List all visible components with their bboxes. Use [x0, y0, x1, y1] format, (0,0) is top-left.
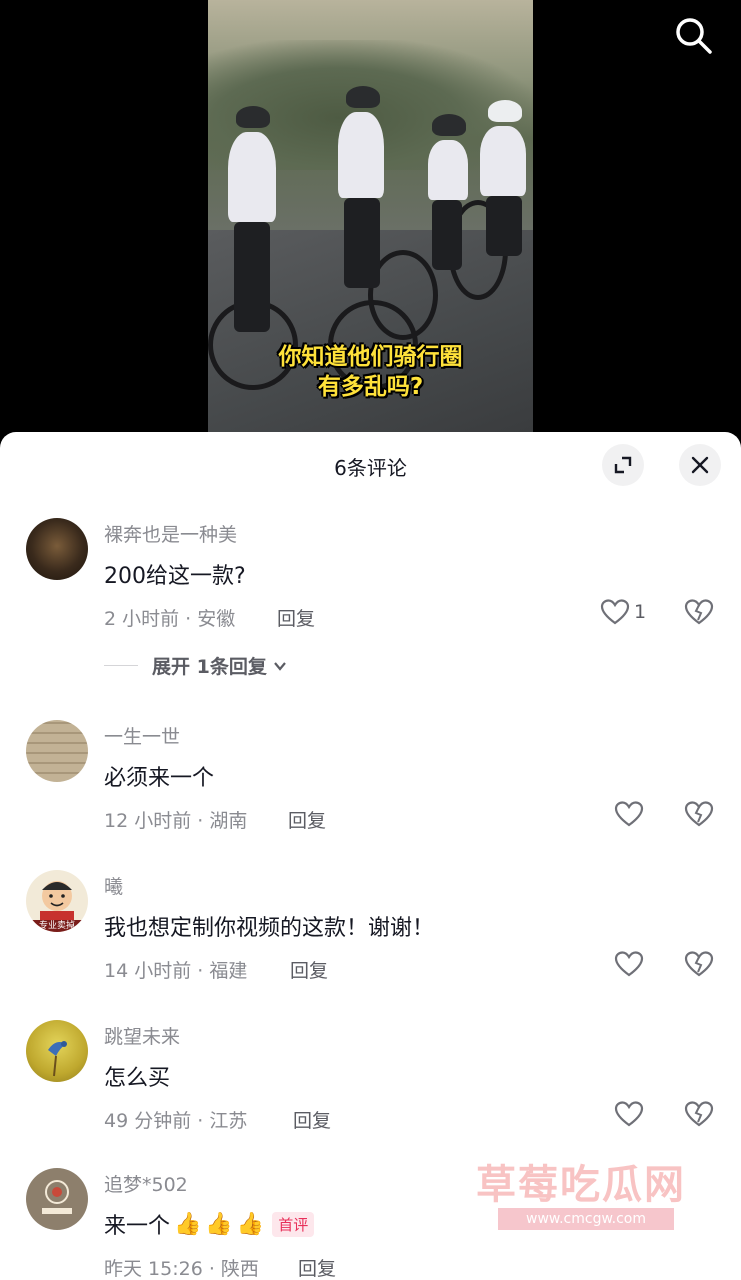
- fullscreen-icon: [614, 456, 632, 474]
- reply-button[interactable]: 回复: [293, 1106, 331, 1133]
- comment-meta: 12 小时前 · 湖南: [104, 810, 248, 832]
- search-icon: [676, 18, 712, 54]
- like-button[interactable]: [614, 950, 644, 978]
- video-caption-line-2: 有多乱吗?: [317, 374, 424, 400]
- expand-sheet-button[interactable]: [602, 444, 644, 486]
- broken-heart-icon: [684, 951, 714, 977]
- comment-text-content: 我也想定制你视频的这款！谢谢！: [104, 916, 435, 941]
- cyclist-legs: [344, 198, 380, 288]
- dislike-button[interactable]: [684, 598, 714, 630]
- dislike-button[interactable]: [684, 950, 714, 982]
- comment-username[interactable]: 一生一世: [104, 722, 180, 749]
- broken-heart-icon: [684, 801, 714, 827]
- reply-button[interactable]: 回复: [298, 1254, 336, 1280]
- video-frame[interactable]: 你知道他们骑行圈 有多乱吗?: [208, 0, 533, 432]
- comment-username[interactable]: 追梦*502: [104, 1170, 188, 1197]
- dislike-button[interactable]: [684, 1100, 714, 1132]
- comment-text-content: 必须来一个: [104, 766, 215, 791]
- comment-meta: 昨天 15:26 · 陕西: [104, 1258, 259, 1280]
- comment-username[interactable]: 曦: [104, 872, 123, 899]
- broken-heart-icon: [684, 1101, 714, 1127]
- comment-text: 必须来一个: [104, 760, 214, 792]
- avatar[interactable]: [26, 1020, 88, 1082]
- close-sheet-button[interactable]: [679, 444, 721, 486]
- reply-button[interactable]: 回复: [277, 604, 315, 631]
- helmet: [346, 86, 380, 108]
- thumbs-up-emoji: 👍: [174, 1211, 202, 1237]
- divider-line: [104, 665, 138, 666]
- cyclist-figure: [428, 114, 468, 270]
- broken-heart-icon: [684, 599, 714, 625]
- cyclist-legs: [432, 200, 462, 270]
- cyclist-legs: [234, 222, 270, 332]
- comment-username[interactable]: 裸奔也是一种美: [104, 520, 237, 547]
- comment-text-content: 200给这一款?: [104, 564, 246, 589]
- first-comment-badge: 首评: [272, 1211, 315, 1237]
- video-player[interactable]: 你知道他们骑行圈 有多乱吗?: [0, 0, 741, 432]
- like-button[interactable]: 1: [600, 598, 646, 626]
- comment-username[interactable]: 跳望未来: [104, 1022, 180, 1049]
- bird-avatar-icon: [48, 1041, 67, 1077]
- seal-avatar-icon: [42, 1180, 72, 1214]
- video-caption-line-1: 你知道他们骑行圈: [278, 344, 463, 370]
- watermark-url: www.cmcgw.com: [498, 1208, 674, 1230]
- thumbs-up-emoji: 👍: [236, 1211, 265, 1237]
- heart-icon: [600, 599, 630, 625]
- reply-button[interactable]: 回复: [290, 956, 328, 983]
- helmet: [236, 106, 270, 128]
- avatar[interactable]: [26, 720, 88, 782]
- comment-text: 200给这一款?: [104, 558, 246, 590]
- avatar-label: 专业卖掉: [26, 920, 88, 932]
- heart-icon: [614, 801, 644, 827]
- dislike-button[interactable]: [684, 800, 714, 832]
- cyclist-figure: [228, 106, 276, 332]
- watermark-title: 草莓吃瓜网: [476, 1162, 686, 1208]
- comment-meta: 49 分钟前 · 江苏: [104, 1110, 248, 1132]
- like-button[interactable]: [614, 1100, 644, 1128]
- expand-replies-label: 展开 1条回复: [152, 656, 267, 678]
- chevron-down-icon: [273, 661, 286, 671]
- like-count: 1: [634, 601, 647, 623]
- comment-text: 怎么买: [104, 1060, 170, 1092]
- comment-text-content: 怎么买: [104, 1066, 171, 1091]
- cyclist-legs: [486, 196, 522, 256]
- thumbs-up-emoji: 👍: [205, 1211, 233, 1237]
- comment-meta: 14 小时前 · 福建: [104, 960, 248, 982]
- reply-button[interactable]: 回复: [288, 806, 326, 833]
- heart-icon: [614, 951, 644, 977]
- like-button[interactable]: [614, 800, 644, 828]
- expand-replies-button[interactable]: 展开 1条回复: [104, 652, 289, 679]
- avatar[interactable]: 专业卖掉: [26, 870, 88, 932]
- cyclist-figure: [338, 86, 384, 288]
- avatar[interactable]: [26, 518, 88, 580]
- comment-text: 我也想定制你视频的这款！谢谢！: [104, 910, 434, 942]
- comment-text: 来一个 👍 👍 👍 首评: [104, 1208, 315, 1240]
- watermark: 草莓吃瓜网 www.cmcgw.com: [476, 1152, 686, 1230]
- heart-icon: [614, 1101, 644, 1127]
- comment-text-content: 来一个: [104, 1214, 171, 1239]
- search-button[interactable]: [672, 14, 716, 58]
- helmet: [488, 100, 522, 122]
- comment-meta: 2 小时前 · 安徽: [104, 608, 236, 630]
- close-icon: [691, 456, 709, 474]
- cyclist-figure: [480, 100, 526, 256]
- avatar[interactable]: [26, 1168, 88, 1230]
- helmet: [432, 114, 466, 136]
